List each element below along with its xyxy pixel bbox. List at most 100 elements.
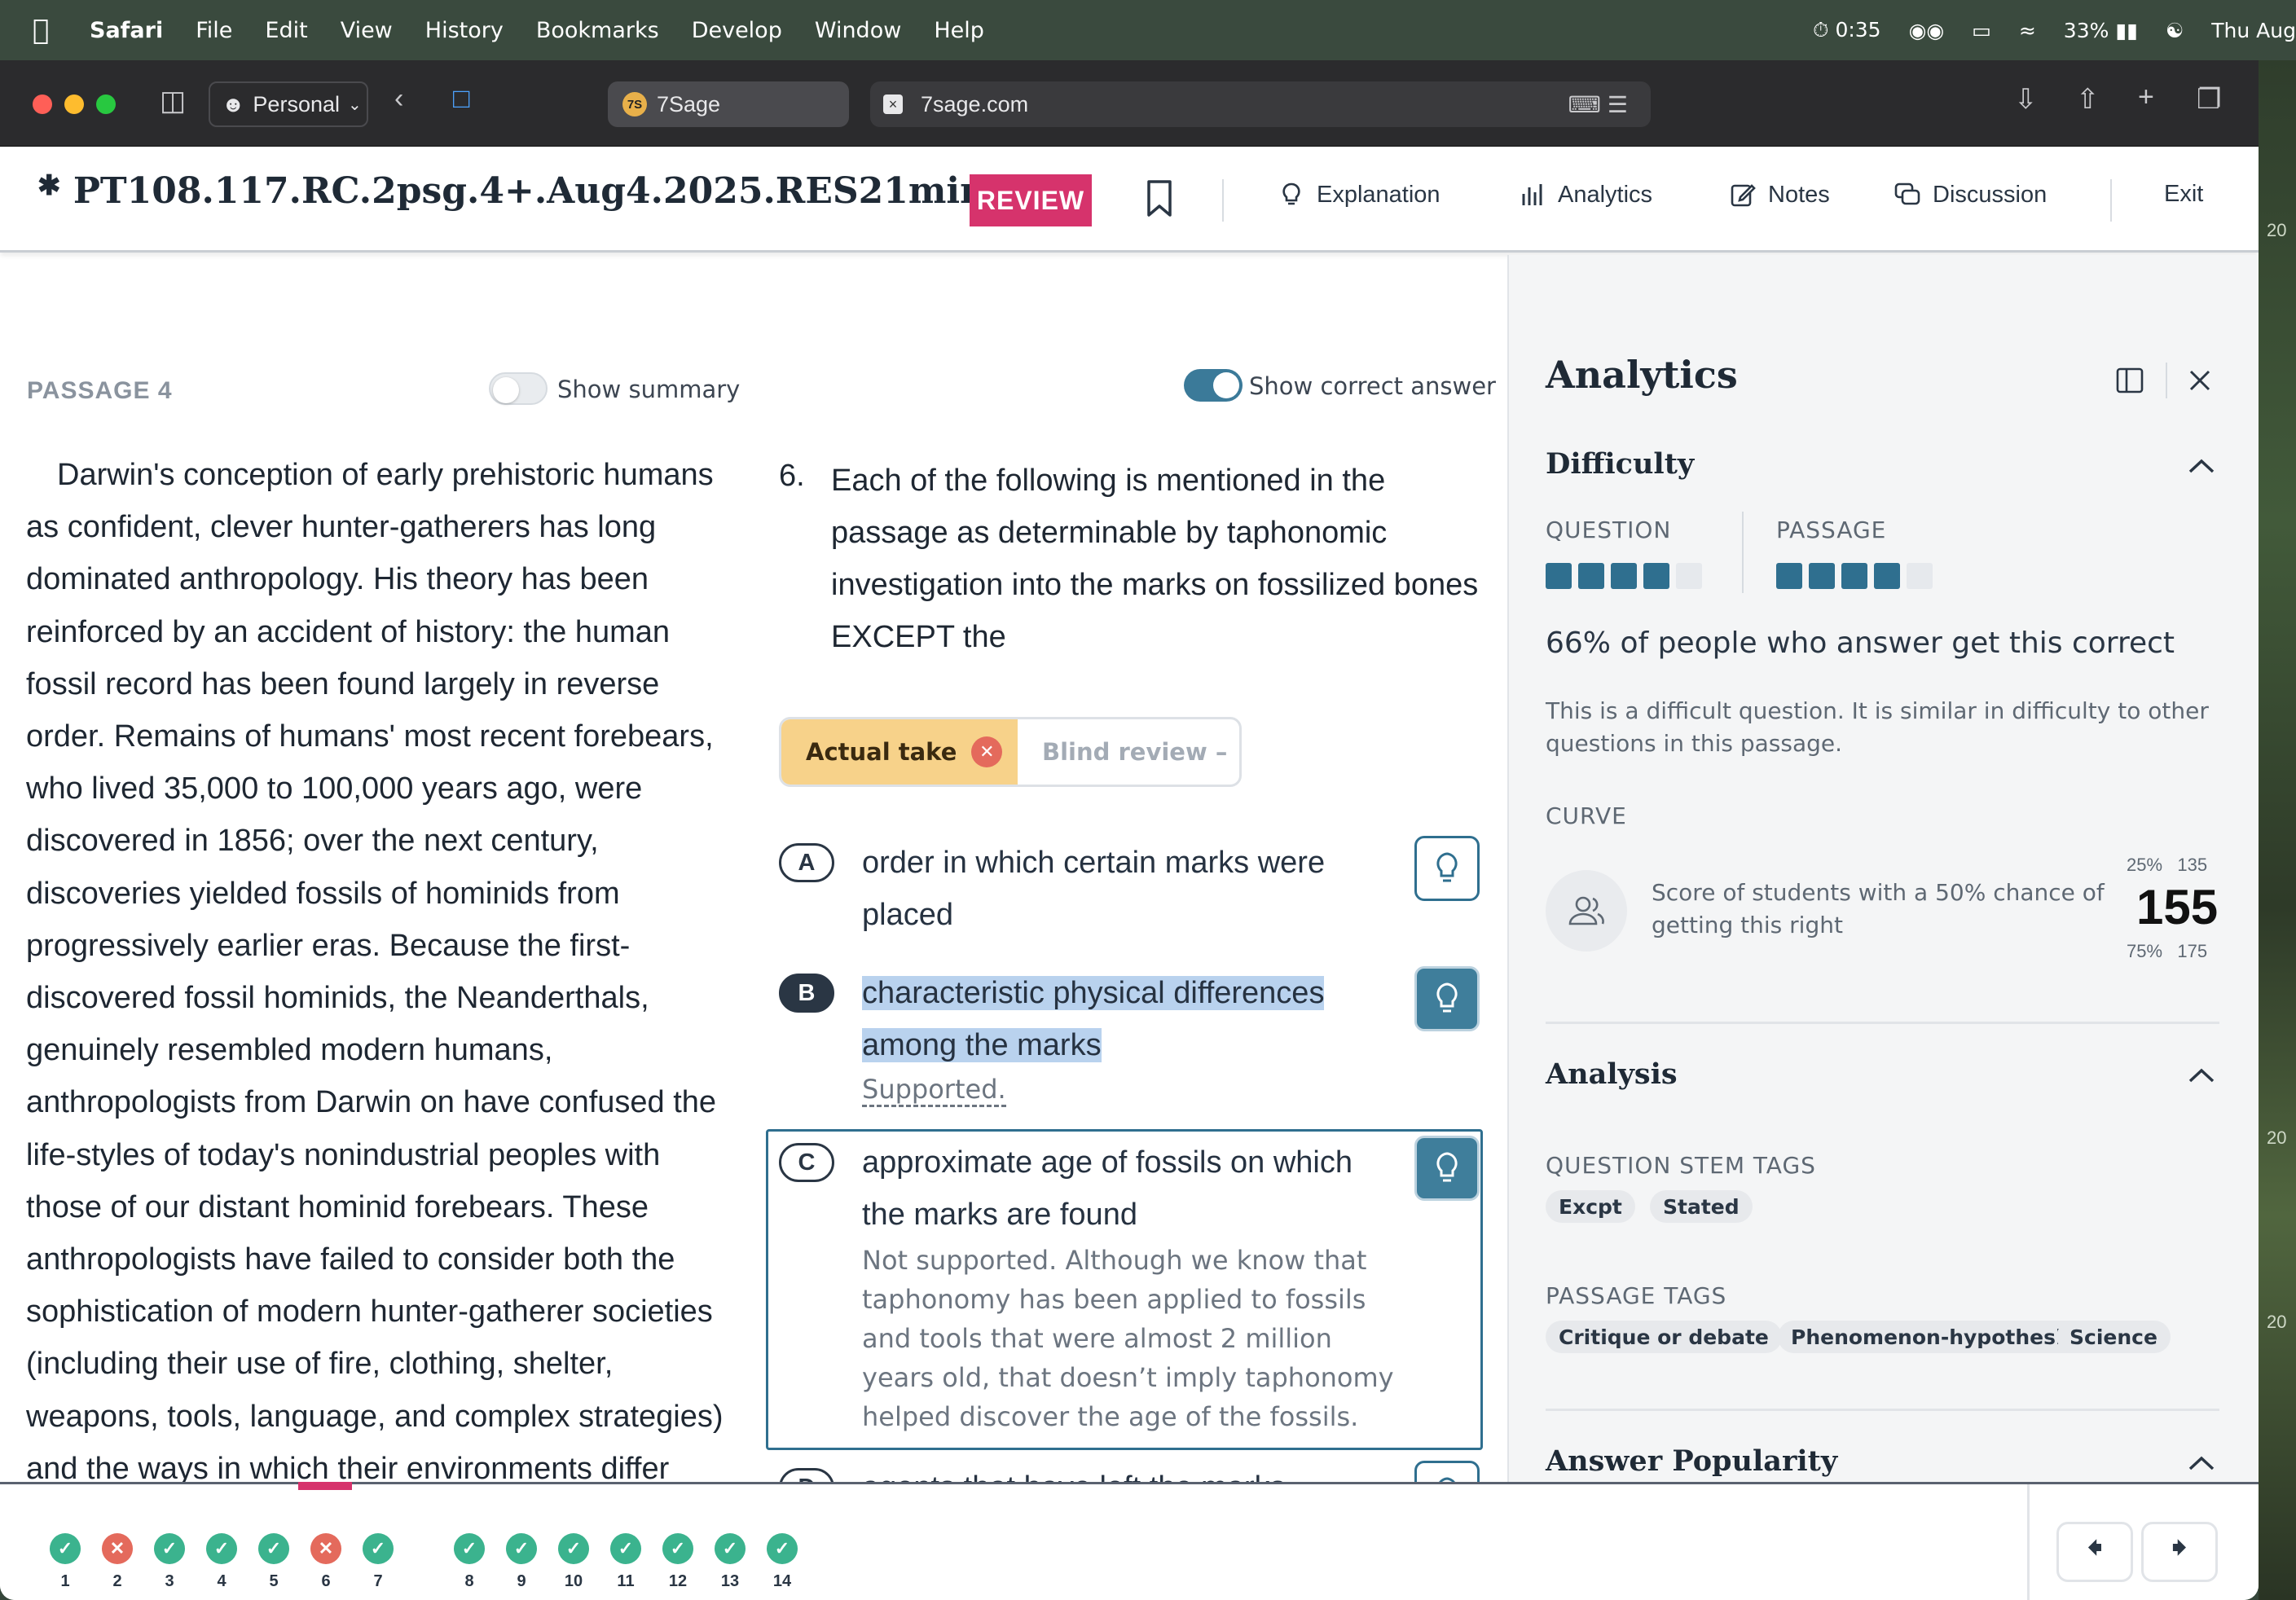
question-5-status-button[interactable]: ✓ [258,1533,289,1564]
display-icon[interactable]: ▭ [1972,19,1991,42]
address-bar[interactable]: × 7sage.com ⌨☰ [870,81,1651,127]
supported-label[interactable]: Supported. [862,1074,1006,1107]
choice-c-explanation: Not supported. Although we know that tap… [862,1245,1394,1432]
question-14-status-button[interactable]: ✓ [767,1533,798,1564]
header-divider [2110,179,2112,222]
translate-reader-icon[interactable]: ⌨☰ [1568,91,1634,118]
choice-a-explanation-button[interactable] [1414,836,1480,901]
question-6-status-button[interactable]: ✕ [310,1533,341,1564]
bookmark-icon[interactable] [1146,179,1173,218]
airpods-icon[interactable]: ◉◉ [1909,19,1945,42]
actual-take-tab[interactable]: Actual take ✕ [781,719,1018,785]
nav-explanation[interactable]: Explanation [1278,181,1440,209]
wifi-icon[interactable]: ≈ [2019,19,2036,42]
share-icon[interactable]: ⇧ [2076,83,2100,116]
chevron-down-icon: ⌄ [348,95,362,114]
chevron-up-icon[interactable] [2187,1454,2216,1472]
difficulty-heading[interactable]: Difficulty [1546,447,1694,481]
profile-selector[interactable]: ☻ Personal ⌄ [209,81,368,127]
p25-score: 135 [2177,855,2208,875]
passage-tag[interactable]: Critique or debate [1546,1321,1782,1353]
lightbulb-icon [1436,982,1458,1013]
question-13-status-button[interactable]: ✓ [715,1533,746,1564]
menu-history[interactable]: History [425,18,504,43]
choice-c-letter[interactable]: C [779,1143,834,1182]
tab-overview-icon[interactable]: ❐ [2197,83,2221,116]
stem-tag[interactable]: Excpt [1546,1190,1635,1223]
show-correct-answer-toggle[interactable] [1184,369,1243,402]
sidebar-toggle-icon[interactable]: ◫ [160,85,186,117]
question-3-status-button[interactable]: ✓ [154,1533,185,1564]
tab-7sage[interactable]: 7S 7Sage [608,81,849,127]
minimize-window-button[interactable] [64,95,84,114]
choice-b-letter[interactable]: B [779,974,834,1013]
nav-discussion[interactable]: Discussion [1894,181,2047,209]
nav-discussion-label: Discussion [1933,181,2047,208]
next-question-button[interactable]: 🠺 [2141,1522,2218,1582]
menu-develop[interactable]: Develop [692,18,782,43]
difficulty-square [1611,563,1637,589]
menu-bookmarks[interactable]: Bookmarks [536,18,659,43]
question-2-status-button[interactable]: ✕ [102,1533,133,1564]
choice-b-explanation-button[interactable] [1414,966,1480,1031]
p75-label: 75% [2127,941,2163,961]
menu-app-name[interactable]: Safari [90,18,163,43]
menu-help[interactable]: Help [934,18,984,43]
blind-review-tab[interactable]: Blind review – [1018,719,1239,785]
question-12-status-button[interactable]: ✓ [662,1533,693,1564]
stem-tag[interactable]: Stated [1650,1190,1753,1223]
choice-b-text[interactable]: characteristic physical differences amon… [862,967,1392,1071]
dock-panel-icon[interactable] [2115,366,2144,395]
app-header: ✱ PT108.117.RC.2psg.4+.Aug4.2025.RES21mi… [0,147,2259,253]
back-icon[interactable]: ‹ [394,83,403,115]
menubar-clock[interactable]: Thu Aug [2211,19,2296,42]
question-4-status-button[interactable]: ✓ [206,1533,237,1564]
passage-tag[interactable]: Science [2056,1321,2171,1353]
zoom-window-button[interactable] [96,95,116,114]
close-window-button[interactable] [33,95,52,114]
profile-label: Personal [253,91,340,116]
p25-label: 25% [2127,855,2163,875]
current-question-indicator [298,1482,352,1490]
passage-tags-label: PASSAGE TAGS [1546,1282,1727,1309]
choice-c-text[interactable]: approximate age of fossils on which the … [862,1136,1392,1241]
passage-tag[interactable]: Phenomenon-hypothesis [1778,1321,2088,1353]
apple-icon[interactable]:  [33,14,60,46]
question-1-status-button[interactable]: ✓ [50,1533,81,1564]
choice-a-text[interactable]: order in which certain marks were placed [862,837,1392,941]
question-7-status-button[interactable]: ✓ [363,1533,394,1564]
nav-notes[interactable]: Notes [1729,181,1830,209]
question-8-status-button[interactable]: ✓ [454,1533,485,1564]
chevron-up-icon[interactable] [2187,1066,2216,1084]
safari-toolbar: ◫ ☻ Personal ⌄ ‹ □ 7S 7Sage × 7sage.com … [0,60,2259,147]
chevron-up-icon[interactable] [2187,457,2216,475]
timer-status[interactable]: ⏱ 0:35 [1813,18,1881,42]
question-9-status-button[interactable]: ✓ [506,1533,537,1564]
previous-question-button[interactable]: 🠸 [2056,1522,2133,1582]
edit-icon [1731,184,1756,207]
question-10-status-button[interactable]: ✓ [558,1533,589,1564]
analysis-heading[interactable]: Analysis [1546,1057,1678,1091]
close-icon[interactable] [2187,367,2213,393]
exit-button[interactable]: Exit [2164,181,2203,208]
answer-popularity-heading[interactable]: Answer Popularity [1546,1444,1837,1478]
page-icon[interactable]: □ [453,83,470,115]
lightbulb-icon [1282,182,1300,205]
choice-a-letter[interactable]: A [779,843,834,882]
nav-analytics[interactable]: Analytics [1519,181,1652,209]
menu-view[interactable]: View [341,18,393,43]
menu-file[interactable]: File [196,18,232,43]
menu-edit[interactable]: Edit [265,18,307,43]
question-11-status-button[interactable]: ✓ [610,1533,641,1564]
new-tab-icon[interactable]: + [2138,81,2154,113]
students-icon [1546,870,1627,952]
menu-window[interactable]: Window [815,18,901,43]
control-center-icon[interactable]: ☯ [2166,19,2184,42]
close-tab-icon[interactable]: × [883,95,903,114]
question-number-label: 6 [321,1572,331,1590]
download-icon[interactable]: ⇩ [2014,83,2038,116]
passage-label: PASSAGE 4 [27,377,173,404]
choice-c-explanation-button[interactable] [1414,1136,1480,1201]
battery-status[interactable]: 33% ▮▮ [2064,19,2138,42]
show-summary-toggle[interactable] [489,372,548,405]
